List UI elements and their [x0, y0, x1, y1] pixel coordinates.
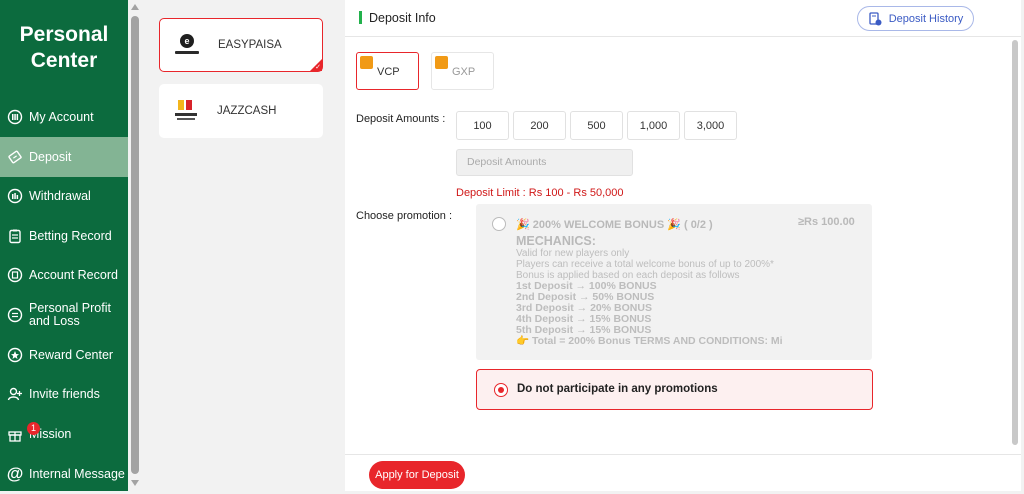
- amount-option[interactable]: 1,000: [627, 111, 680, 140]
- currency-label: VCP: [377, 66, 400, 78]
- currency-vcp[interactable]: VCP: [356, 52, 419, 90]
- sidebar-title-line2: Center: [30, 49, 98, 72]
- history-doc-icon: [869, 11, 882, 25]
- withdrawal-icon: [7, 188, 23, 204]
- scroll-up-arrow-icon[interactable]: [131, 4, 139, 10]
- amount-option[interactable]: 500: [570, 111, 623, 140]
- deposit-amounts-label: Deposit Amounts :: [356, 113, 446, 125]
- no-promotion-radio[interactable]: [494, 383, 508, 397]
- promotion-line: Players can receive a total welcome bonu…: [516, 259, 774, 270]
- profit-loss-icon: [7, 307, 23, 323]
- no-promotion-option[interactable]: Do not participate in any promotions: [476, 369, 873, 410]
- deposit-icon: [7, 149, 23, 165]
- sidebar-item-deposit[interactable]: Deposit: [0, 137, 128, 177]
- promotion-minimum: ≥Rs 100.00: [798, 216, 855, 228]
- account-icon: [7, 109, 23, 125]
- currency-label: GXP: [452, 66, 476, 78]
- sidebar-item-invite-friends[interactable]: Invite friends: [0, 374, 128, 414]
- main-scrollbar-thumb[interactable]: [1012, 40, 1018, 445]
- thumbs-up-icon: [435, 56, 448, 69]
- invite-icon: [7, 386, 23, 402]
- apply-for-deposit-button[interactable]: Apply for Deposit: [369, 461, 465, 489]
- page-title: Deposit Info: [369, 11, 436, 25]
- method-name: JAZZCASH: [217, 105, 277, 117]
- promotion-line: Valid for new players only: [516, 248, 630, 259]
- deposit-limit-text: Deposit Limit : Rs 100 - Rs 50,000: [456, 187, 624, 199]
- account-record-icon: [7, 267, 23, 283]
- promotion-radio[interactable]: [492, 217, 506, 231]
- betting-record-icon: [7, 228, 23, 244]
- sidebar-item-label: Reward Center: [29, 347, 114, 362]
- gift-icon: 1: [7, 422, 40, 442]
- sidebar-item-account-record[interactable]: Account Record: [0, 255, 128, 295]
- sidebar: Personal Center My Account Deposit Withd…: [0, 0, 128, 491]
- sidebar-item-label: My Account: [29, 109, 94, 124]
- at-icon: @: [6, 464, 24, 483]
- reward-icon: [7, 347, 23, 363]
- deposit-history-label: Deposit History: [888, 12, 964, 25]
- sidebar-item-withdrawal[interactable]: Withdrawal: [0, 176, 128, 216]
- sidebar-item-label: Withdrawal: [29, 188, 91, 203]
- promotion-welcome-bonus[interactable]: 🎉 200% WELCOME BONUS 🎉 ( 0/2 ) ≥Rs 100.0…: [476, 204, 872, 360]
- amount-option[interactable]: 200: [513, 111, 566, 140]
- svg-text:e: e: [184, 36, 189, 46]
- sidebar-item-label: Deposit: [29, 149, 72, 164]
- amount-option[interactable]: 3,000: [684, 111, 737, 140]
- deposit-header: Deposit Info Deposit History: [345, 0, 1021, 37]
- thumbs-up-icon: [360, 56, 373, 69]
- method-easypaisa[interactable]: e EASYPAISA ✓: [159, 18, 323, 72]
- method-name: EASYPAISA: [218, 39, 282, 51]
- sidebar-item-label: Personal Profit and Loss: [29, 301, 111, 328]
- payment-method-list: e EASYPAISA ✓ JAZZCASH: [142, 0, 344, 491]
- sidebar-item-profit-loss[interactable]: Personal Profit and Loss: [0, 295, 128, 335]
- currency-gxp[interactable]: GXP: [431, 52, 494, 90]
- jazzcash-logo-icon: [171, 96, 201, 126]
- sidebar-item-my-account[interactable]: My Account: [0, 97, 128, 137]
- sidebar-item-internal-message[interactable]: @ Internal Message: [0, 454, 128, 494]
- sidebar-title-line1: Personal: [19, 23, 109, 46]
- sidebar-item-label: Internal Message: [29, 466, 125, 481]
- mechanics-heading: MECHANICS:: [516, 234, 596, 248]
- sidebar-item-label: Invite friends: [29, 386, 100, 401]
- promotion-line: 👉 Total = 200% Bonus TERMS AND CONDITION…: [516, 335, 783, 347]
- amount-option[interactable]: 100: [456, 111, 509, 140]
- scroll-down-arrow-icon[interactable]: [131, 480, 139, 486]
- method-jazzcash[interactable]: JAZZCASH: [159, 84, 323, 138]
- no-promotion-label: Do not participate in any promotions: [517, 383, 718, 395]
- sidebar-item-mission[interactable]: 1 Mission: [0, 414, 128, 454]
- sidebar-item-label: Betting Record: [29, 228, 112, 243]
- check-icon: ✓: [315, 64, 321, 71]
- main-scrollbar[interactable]: [1011, 40, 1019, 450]
- promotion-title: 🎉 200% WELCOME BONUS 🎉 ( 0/2 ): [516, 219, 713, 231]
- scrollbar-thumb[interactable]: [131, 16, 139, 474]
- sidebar-item-reward-center[interactable]: Reward Center: [0, 335, 128, 375]
- deposit-history-button[interactable]: Deposit History: [857, 6, 974, 31]
- deposit-panel: Deposit Info Deposit History VCP GXP Dep…: [345, 0, 1021, 491]
- deposit-footer: Apply for Deposit: [345, 454, 1021, 491]
- sidebar-title: Personal Center: [0, 22, 128, 74]
- header-accent-bar: [359, 11, 362, 24]
- mission-badge: 1: [27, 422, 40, 435]
- sidebar-item-betting-record[interactable]: Betting Record: [0, 216, 128, 256]
- sidebar-item-label: Account Record: [29, 267, 118, 282]
- sidebar-scrollbar[interactable]: [128, 0, 142, 491]
- easypaisa-logo-icon: e: [172, 30, 202, 60]
- deposit-amount-input[interactable]: Deposit Amounts: [456, 149, 633, 176]
- choose-promotion-label: Choose promotion :: [356, 210, 452, 222]
